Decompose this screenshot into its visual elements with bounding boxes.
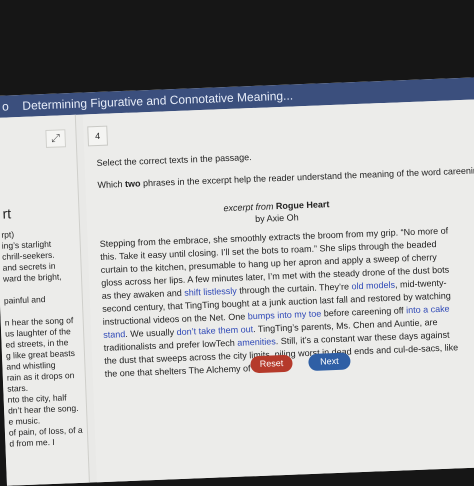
passage-text: before careening off [321, 305, 407, 319]
reading-panel-heading: rt [2, 205, 12, 222]
reading-panel-text: rpt) ing’s starlight chrill-seekers. and se… [1, 227, 83, 450]
expand-arrows-icon[interactable]: ⤢ [45, 129, 67, 148]
passage-text: through the curtain. They’re [236, 281, 352, 296]
selectable-phrase[interactable]: bumps into my toe [248, 309, 322, 322]
lesson-number: o [1, 99, 10, 114]
question-panel: 4 Select the correct texts in the passag… [82, 98, 474, 485]
next-button[interactable]: Next [308, 352, 351, 372]
laptop-screen: o Determining Figurative and Connotative… [0, 76, 474, 486]
selectable-phrase[interactable]: shift listlessly [184, 286, 237, 298]
question-prompt: Which two phrases in the excerpt help th… [97, 165, 474, 191]
reset-button[interactable]: Reset [250, 354, 293, 374]
reading-line: d from me. I [9, 436, 55, 449]
selectable-phrase[interactable]: don’t take them out [176, 324, 253, 337]
selectable-phrase[interactable]: amenities [237, 336, 276, 347]
question-instruction: Select the correct texts in the passage. [96, 152, 252, 169]
question-number: 4 [87, 125, 108, 147]
passage-text: . We usually [125, 327, 177, 340]
reading-panel[interactable]: ⤢ rt rpt) ing’s starlight chrill-seekers. a… [0, 114, 90, 486]
selectable-phrase[interactable]: old models [351, 280, 395, 292]
